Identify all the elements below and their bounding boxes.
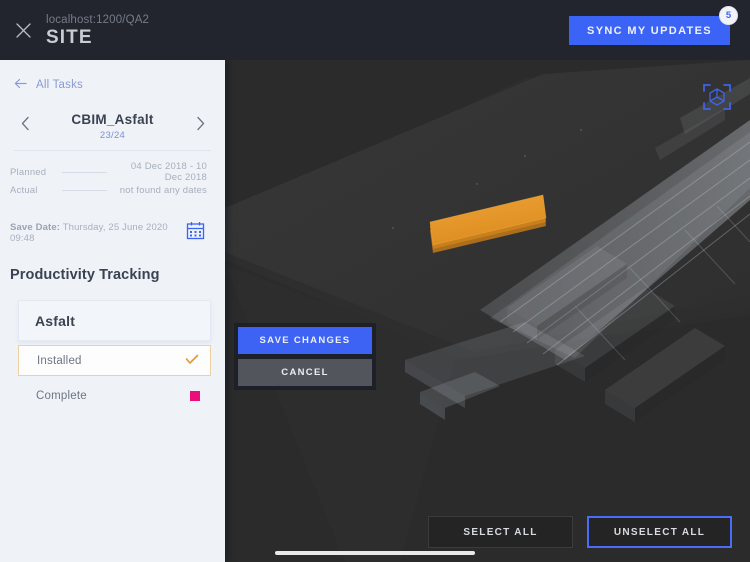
fit-to-view-icon[interactable] xyxy=(702,82,732,112)
material-select-value: Asfalt xyxy=(35,312,76,329)
planned-row: Planned 04 Dec 2018 - 10 Dec 2018 xyxy=(10,161,215,183)
task-detail-sidebar: All Tasks CBIM_Asfalt 23/24 Planned 04 D… xyxy=(0,60,225,562)
select-all-button[interactable]: SELECT ALL xyxy=(428,516,573,548)
color-swatch xyxy=(190,390,200,401)
option-complete-label: Complete xyxy=(36,389,87,402)
model-3d-scene xyxy=(225,60,750,562)
task-name: CBIM_Asfalt xyxy=(71,112,154,127)
save-changes-dialog: SAVE CHANGES CANCEL xyxy=(234,323,376,390)
unselect-all-button[interactable]: UNSELECT ALL xyxy=(587,516,732,548)
save-date-row: Save Date: Thursday, 25 June 2020 09:48 xyxy=(0,199,225,245)
option-installed-label: Installed xyxy=(37,354,82,367)
close-icon[interactable] xyxy=(0,0,46,60)
all-tasks-back-link[interactable]: All Tasks xyxy=(0,60,225,94)
save-date-text: Save Date: Thursday, 25 June 2020 09:48 xyxy=(10,222,186,244)
check-icon xyxy=(185,352,199,370)
chevron-right-icon[interactable] xyxy=(189,112,211,131)
option-installed[interactable]: Installed xyxy=(18,345,211,376)
save-changes-button[interactable]: SAVE CHANGES xyxy=(238,327,372,354)
material-select[interactable]: Asfalt xyxy=(18,300,211,341)
app-header: localhost:1200/QA2 SITE SYNC MY UPDATES … xyxy=(0,0,750,60)
sync-my-updates-button[interactable]: SYNC MY UPDATES xyxy=(569,16,730,45)
planned-dash xyxy=(62,171,114,173)
all-tasks-label: All Tasks xyxy=(36,79,83,91)
task-dates: Planned 04 Dec 2018 - 10 Dec 2018 Actual… xyxy=(10,161,215,199)
selection-actions: SELECT ALL UNSELECT ALL xyxy=(428,516,732,548)
page-title: SITE xyxy=(46,27,93,48)
task-identity: CBIM_Asfalt 23/24 xyxy=(36,112,189,141)
task-count: 23/24 xyxy=(99,130,126,141)
arrow-left-icon xyxy=(14,76,27,94)
home-indicator xyxy=(275,551,475,555)
sync-button-wrapper: SYNC MY UPDATES 5 xyxy=(569,6,738,45)
actual-value: not found any dates xyxy=(119,184,207,196)
cancel-button[interactable]: CANCEL xyxy=(238,359,372,386)
chevron-left-icon[interactable] xyxy=(14,112,36,131)
planned-label: Planned xyxy=(10,166,47,178)
productivity-tracking-title: Productivity Tracking xyxy=(10,267,160,283)
actual-label: Actual xyxy=(10,184,38,196)
task-navigator: CBIM_Asfalt 23/24 xyxy=(14,112,211,151)
planned-value: 04 Dec 2018 - 10 Dec 2018 xyxy=(130,161,207,183)
calendar-icon[interactable] xyxy=(186,221,205,245)
sync-count-badge: 5 xyxy=(719,6,738,25)
header-url: localhost:1200/QA2 xyxy=(46,14,150,26)
save-date-label: Save Date: xyxy=(10,222,61,233)
model-viewport[interactable] xyxy=(225,60,750,562)
option-complete[interactable]: Complete xyxy=(18,380,211,411)
header-titles: localhost:1200/QA2 SITE xyxy=(46,13,149,49)
actual-row: Actual not found any dates xyxy=(10,181,215,199)
actual-dash xyxy=(62,189,114,191)
